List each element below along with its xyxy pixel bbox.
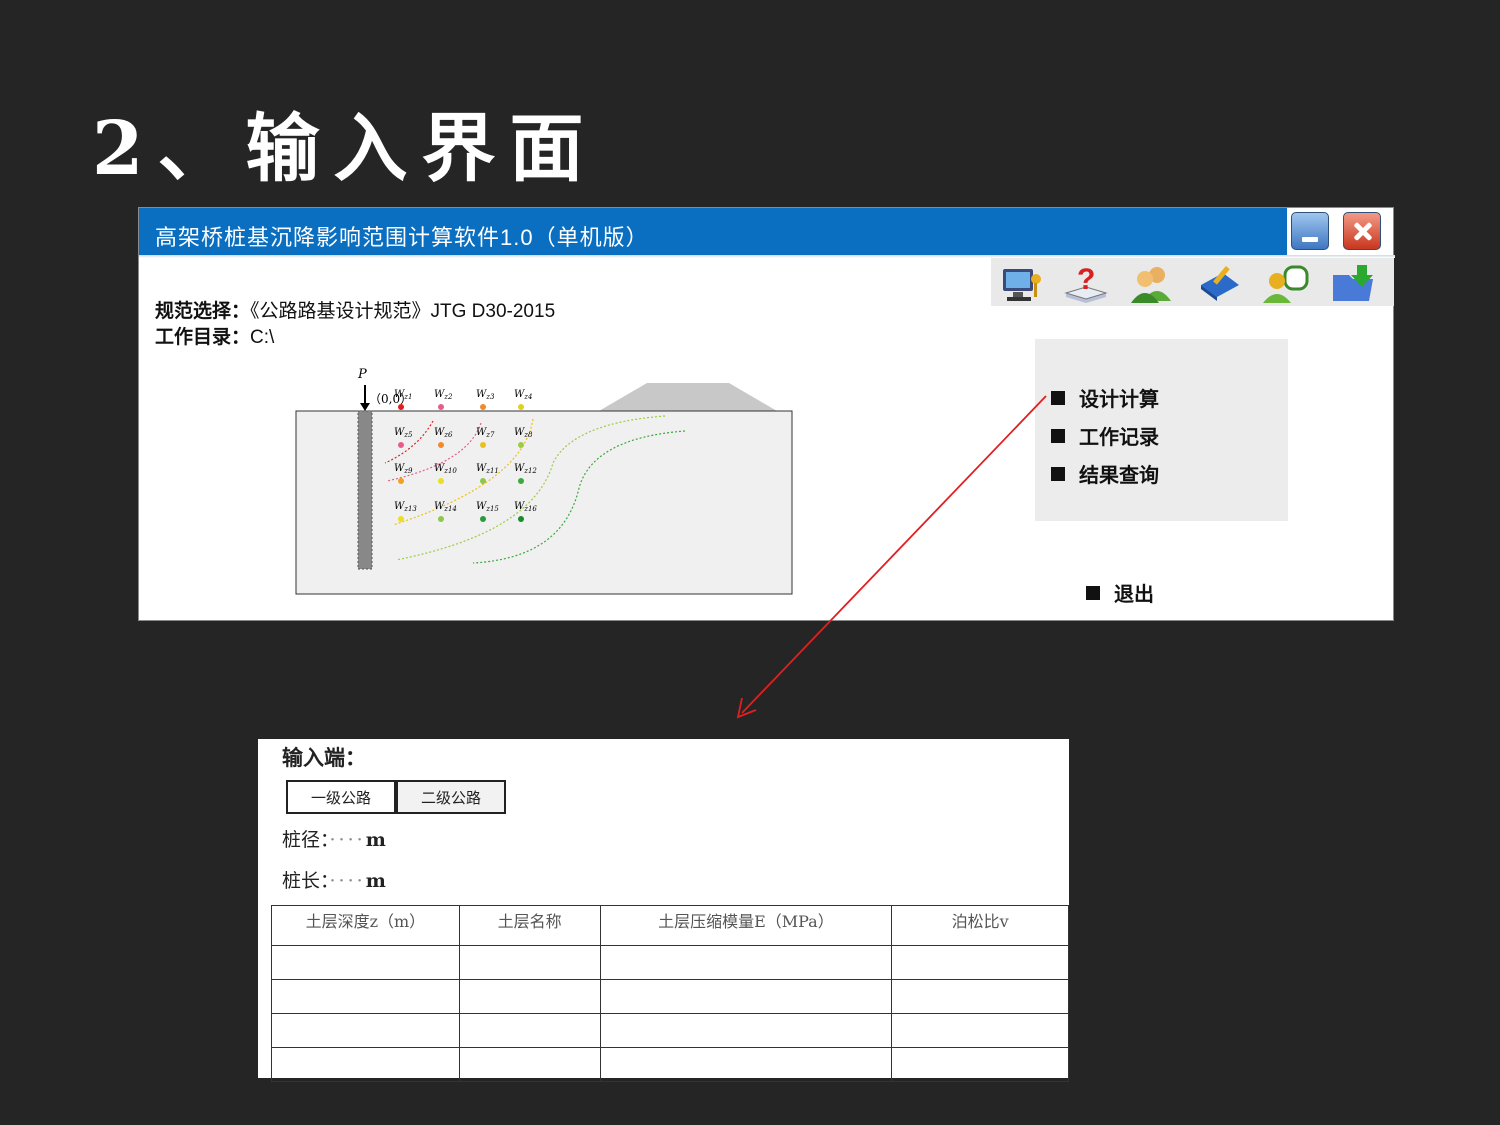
input-title: 输入端： — [282, 745, 366, 770]
table-row — [271, 1047, 1069, 1082]
table-row — [271, 979, 1069, 1014]
road-class-1-button[interactable]: 一级公路 — [286, 780, 396, 814]
pile-length-row: 桩长：····m — [282, 866, 386, 893]
pile-length-unit: m — [365, 870, 386, 892]
table-cell[interactable] — [891, 945, 1069, 980]
table-cell[interactable] — [599, 1013, 893, 1048]
table-cell[interactable] — [599, 979, 893, 1014]
input-panel: 输入端： 一级公路 二级公路 桩径：····m 桩长：····m 土层深度z（m… — [258, 739, 1069, 1082]
pile-diameter-row: 桩径：····m — [282, 825, 386, 852]
table-row — [271, 1013, 1069, 1048]
table-header-row: 土层深度z（m） 土层名称 土层压缩模量E（MPa） 泊松比v — [271, 905, 1069, 946]
pile-diameter-label: 桩径： — [282, 829, 330, 851]
table-cell[interactable] — [891, 979, 1069, 1014]
col-depth: 土层深度z（m） — [271, 905, 460, 946]
soil-layer-table: 土层深度z（m） 土层名称 土层压缩模量E（MPa） 泊松比v — [271, 905, 1069, 1082]
pile-diameter-input[interactable]: ···· — [330, 829, 366, 851]
table-cell[interactable] — [458, 945, 601, 980]
table-cell[interactable] — [458, 1047, 601, 1082]
road-class-2-button[interactable]: 二级公路 — [396, 780, 506, 814]
table-row — [271, 945, 1069, 980]
table-cell[interactable] — [271, 945, 460, 980]
table-cell[interactable] — [458, 979, 601, 1014]
table-cell[interactable] — [599, 1047, 893, 1082]
pile-diameter-unit: m — [365, 829, 386, 851]
table-cell[interactable] — [599, 945, 893, 980]
table-cell[interactable] — [271, 1047, 460, 1082]
table-cell[interactable] — [458, 1013, 601, 1048]
pile-length-label: 桩长： — [282, 870, 330, 892]
table-cell[interactable] — [891, 1047, 1069, 1082]
col-modulus: 土层压缩模量E（MPa） — [599, 905, 893, 946]
table-cell[interactable] — [271, 979, 460, 1014]
table-cell[interactable] — [271, 1013, 460, 1048]
col-poisson: 泊松比v — [891, 905, 1069, 946]
col-name: 土层名称 — [458, 905, 601, 946]
table-cell[interactable] — [891, 1013, 1069, 1048]
pile-length-input[interactable]: ···· — [330, 870, 366, 892]
